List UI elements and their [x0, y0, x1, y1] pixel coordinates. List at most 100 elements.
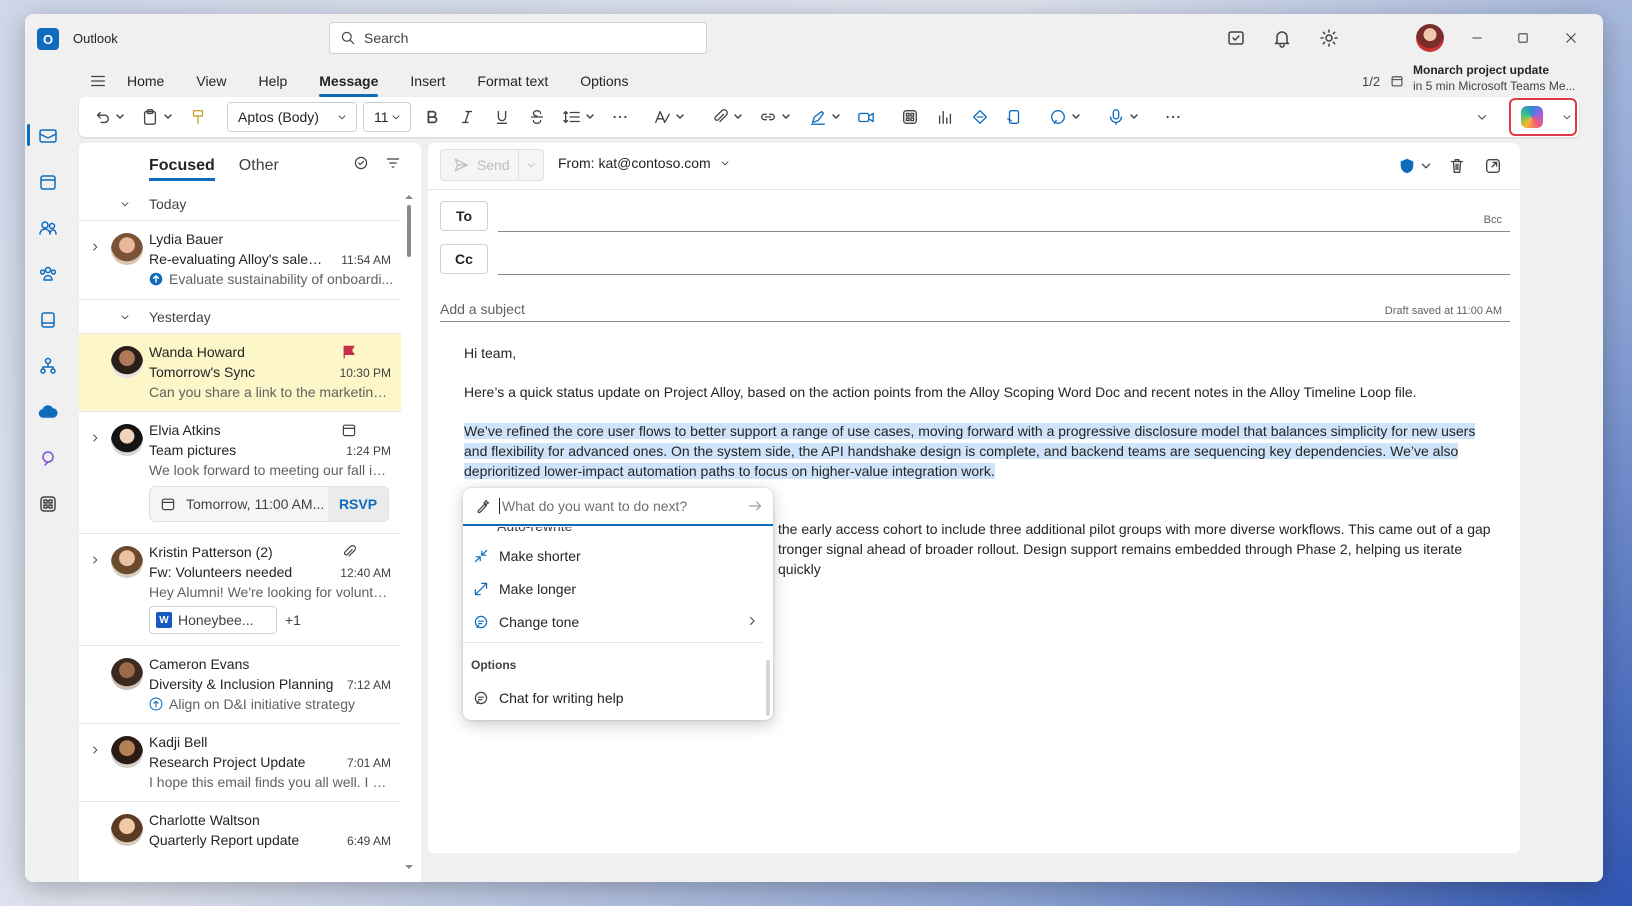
list-item[interactable]: Cameron Evans Diversity & Inclusion Plan…: [79, 646, 401, 724]
menu-scrollbar[interactable]: [766, 660, 770, 716]
bcc-link[interactable]: Bcc: [1484, 214, 1502, 226]
line-spacing-icon[interactable]: [563, 107, 581, 127]
menu-item-make-shorter[interactable]: Make shorter: [463, 540, 763, 572]
tab-help[interactable]: Help: [258, 69, 287, 93]
onedrive-icon[interactable]: [38, 402, 58, 422]
todo-icon[interactable]: [1226, 28, 1246, 48]
scroll-up-icon[interactable]: [405, 193, 413, 201]
attach-dropdown-chevron-icon[interactable]: [733, 107, 743, 127]
loop-icon[interactable]: [971, 107, 989, 127]
signature-dropdown-chevron-icon[interactable]: [831, 107, 841, 127]
underline-icon[interactable]: [493, 107, 511, 127]
teams-meeting-icon[interactable]: [857, 107, 875, 127]
mail-icon[interactable]: [38, 126, 58, 146]
filter-icon[interactable]: [385, 155, 401, 171]
pop-out-icon[interactable]: [1484, 157, 1502, 175]
tab-format-text[interactable]: Format text: [477, 69, 548, 93]
bell-icon[interactable]: [1272, 28, 1292, 48]
tab-focused[interactable]: Focused: [149, 153, 215, 181]
message-list-scrollbar[interactable]: [405, 193, 413, 873]
microphone-icon[interactable]: [1107, 107, 1125, 127]
list-item[interactable]: Elvia Atkins Team pictures 1:24 PM We lo…: [79, 412, 401, 534]
upcoming-pager[interactable]: 1/2: [1362, 74, 1380, 89]
tab-home[interactable]: Home: [127, 69, 164, 93]
menu-toggle-button[interactable]: [83, 69, 113, 93]
spacing-dropdown-chevron-icon[interactable]: [585, 107, 595, 127]
font-size-select[interactable]: 11: [363, 102, 411, 132]
list-item[interactable]: Kadji Bell Research Project Update 7:01 …: [79, 724, 401, 802]
list-item[interactable]: Kristin Patterson (2) Fw: Volunteers nee…: [79, 534, 401, 646]
attach-icon[interactable]: [711, 107, 729, 127]
send-button[interactable]: Send: [441, 150, 519, 180]
paste-dropdown-chevron-icon[interactable]: [163, 107, 173, 127]
sensitivity-shield-icon[interactable]: [1398, 157, 1416, 175]
account-avatar[interactable]: [1416, 24, 1444, 52]
chat-dropdown-chevron-icon[interactable]: [1071, 107, 1081, 127]
arrow-right-icon[interactable]: [747, 498, 763, 514]
org-explorer-icon[interactable]: [38, 356, 58, 376]
copilot-prompt-box[interactable]: What do you want to do next?: [463, 488, 773, 526]
bold-icon[interactable]: [423, 107, 441, 127]
flag-icon[interactable]: [341, 344, 357, 360]
list-item[interactable]: Charlotte Waltson Quarterly Report updat…: [79, 802, 401, 880]
undo-icon[interactable]: [93, 107, 111, 127]
copilot-button[interactable]: [1509, 98, 1577, 136]
people-icon[interactable]: [38, 218, 58, 238]
upcoming-meeting[interactable]: Monarch project update in 5 min Microsof…: [1413, 62, 1576, 94]
groups-icon[interactable]: [38, 264, 58, 284]
chevron-right-icon[interactable]: [89, 241, 101, 253]
styles-dropdown-chevron-icon[interactable]: [675, 107, 685, 127]
select-all-icon[interactable]: [353, 155, 369, 171]
group-header-today[interactable]: Today: [79, 187, 401, 221]
subject-input[interactable]: Add a subject: [440, 301, 525, 317]
chevron-right-icon[interactable]: [89, 432, 101, 444]
tab-options[interactable]: Options: [580, 69, 628, 93]
group-header-yesterday[interactable]: Yesterday: [79, 300, 401, 334]
minimize-button[interactable]: [1465, 26, 1489, 50]
search-box[interactable]: Search: [329, 22, 707, 54]
strikethrough-icon[interactable]: [528, 107, 546, 127]
tab-insert[interactable]: Insert: [410, 69, 445, 93]
tab-view[interactable]: View: [196, 69, 226, 93]
undo-dropdown-chevron-icon[interactable]: [115, 107, 125, 127]
notes-icon[interactable]: [38, 310, 58, 330]
menu-item-change-tone[interactable]: Change tone: [463, 606, 763, 638]
copilot-prompt-input[interactable]: What do you want to do next?: [499, 498, 687, 514]
chart-icon[interactable]: [936, 107, 954, 127]
chevron-right-icon[interactable]: [89, 554, 101, 566]
close-button[interactable]: [1559, 26, 1583, 50]
maximize-button[interactable]: [1511, 26, 1535, 50]
scroll-down-icon[interactable]: [405, 863, 413, 871]
styles-icon[interactable]: [653, 107, 671, 127]
scrollbar-thumb[interactable]: [407, 205, 411, 257]
more-format-icon[interactable]: [611, 107, 629, 127]
link-icon[interactable]: [759, 107, 777, 127]
expand-ribbon-icon[interactable]: [1475, 107, 1489, 127]
event-card[interactable]: Tomorrow, 11:00 AM... RSVP: [149, 486, 389, 522]
more-options-icon[interactable]: [1164, 107, 1182, 127]
format-painter-icon[interactable]: [189, 107, 207, 127]
from-selector[interactable]: From: kat@contoso.com: [558, 155, 731, 171]
chevron-right-icon[interactable]: [89, 744, 101, 756]
tab-other[interactable]: Other: [239, 153, 279, 179]
more-apps-icon[interactable]: [38, 494, 58, 514]
tab-message[interactable]: Message: [319, 69, 379, 97]
list-item[interactable]: Wanda Howard Tomorrow's Sync 10:30 PM Ca…: [79, 334, 401, 412]
italic-icon[interactable]: [458, 107, 476, 127]
list-item[interactable]: Lydia Bauer Re-evaluating Alloy's sales …: [79, 221, 401, 300]
attachment-chip[interactable]: W Honeybee...: [149, 606, 277, 634]
menu-item-chat-for-writing-help[interactable]: Chat for writing help: [463, 682, 763, 714]
to-button[interactable]: To: [440, 201, 488, 231]
signature-icon[interactable]: [809, 107, 827, 127]
delete-icon[interactable]: [1448, 157, 1466, 175]
viva-icon[interactable]: [1005, 107, 1023, 127]
menu-item-make-longer[interactable]: Make longer: [463, 573, 763, 605]
calendar-icon[interactable]: [38, 172, 58, 192]
rsvp-button[interactable]: RSVP: [328, 487, 388, 521]
dictate-chat-icon[interactable]: [1049, 107, 1067, 127]
link-dropdown-chevron-icon[interactable]: [781, 107, 791, 127]
chevron-down-icon[interactable]: [1420, 157, 1432, 175]
font-family-select[interactable]: Aptos (Body): [227, 102, 357, 132]
more-attachments[interactable]: +1: [285, 612, 301, 628]
message-body[interactable]: Hi team, Here’s a quick status update on…: [464, 343, 1494, 577]
